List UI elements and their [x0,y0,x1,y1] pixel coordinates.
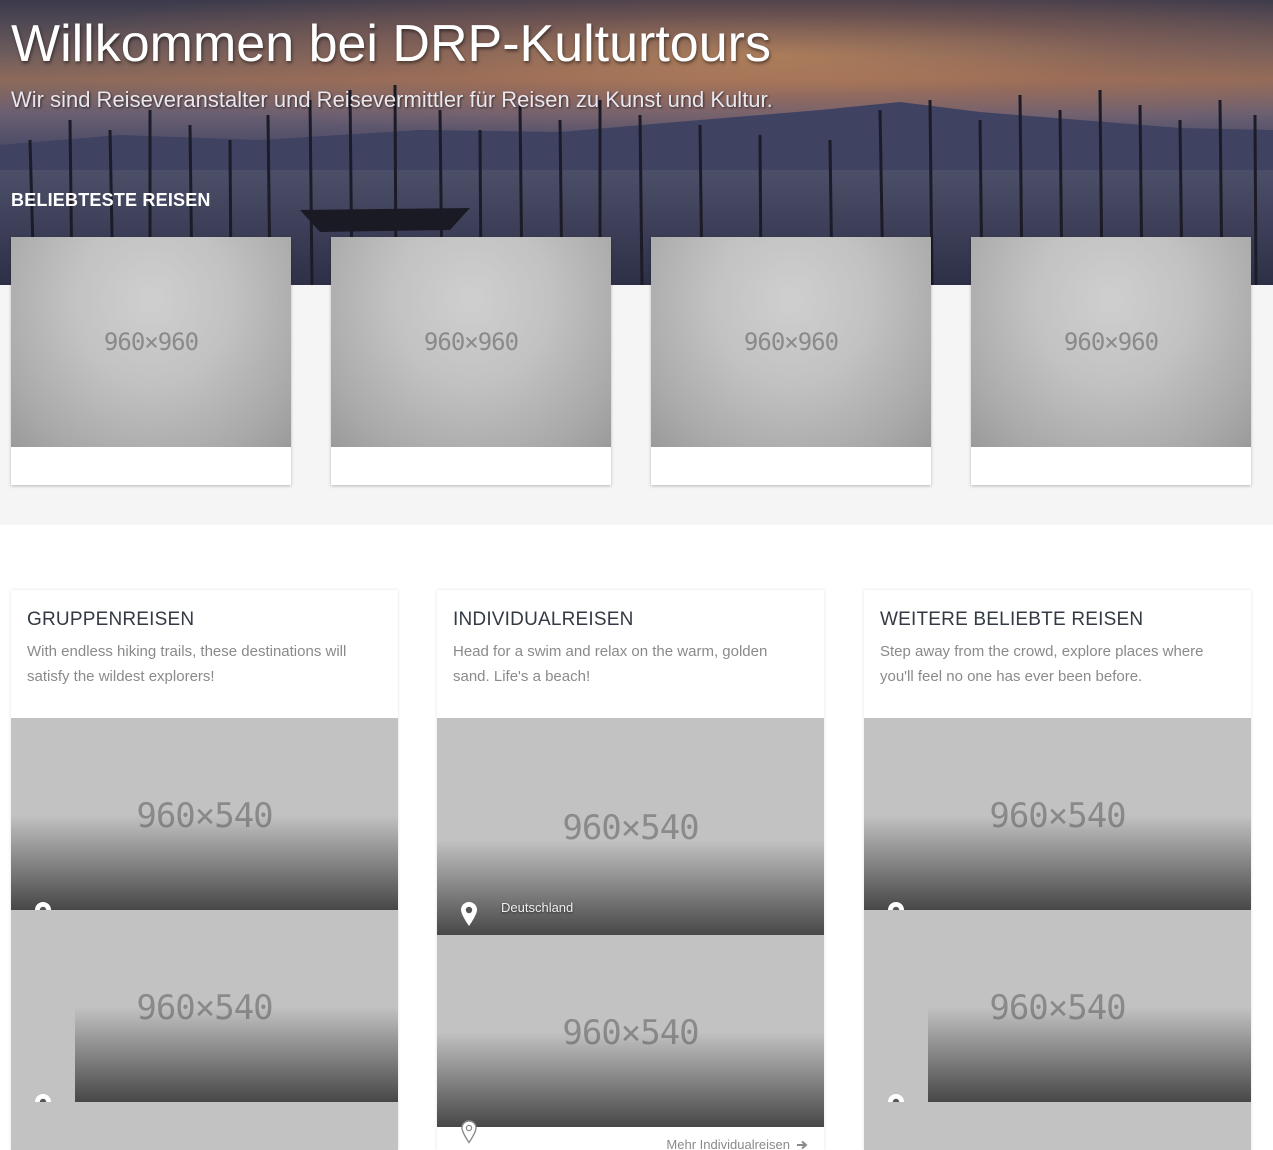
section-heading-popular: BELIEBTESTE REISEN [11,190,211,210]
tile-gradient [75,1007,398,1102]
map-pin-icon [461,902,477,926]
category-column-individual-trips: INDIVIDUALREISEN Head for a swim and rel… [437,590,824,1150]
category-column-more-popular-trips: WEITERE BELIEBTE REISEN Step away from t… [864,590,1251,1150]
placeholder-label: 960×960 [103,328,199,356]
trip-image-placeholder: 960×960 [651,237,931,447]
popular-trip-card[interactable]: 960×960 [971,237,1251,485]
arrow-right-icon [797,1140,808,1149]
tile-gradient [864,815,1251,910]
trip-tile[interactable] [11,1102,398,1150]
page-title: Willkommen bei DRP-Kulturtours [11,15,771,73]
trip-tile[interactable]: 960×540 [864,910,1251,1102]
trip-tile[interactable]: 960×540 [11,718,398,910]
map-pin-icon [888,1094,904,1102]
more-individual-trips-link[interactable]: Mehr Individualreisen [666,1137,808,1150]
category-title: WEITERE BELIEBTE REISEN [880,609,1144,630]
trip-tile[interactable]: 960×540 [864,718,1251,910]
trip-image-placeholder: 960×960 [11,237,291,447]
trip-tile[interactable]: 960×540 [437,935,824,1127]
popular-trip-card[interactable]: 960×960 [331,237,611,485]
trip-image-placeholder: 960×960 [971,237,1251,447]
tile-gradient [11,815,398,910]
map-pin-icon [888,902,904,910]
tile-gradient [437,840,824,935]
trip-image-placeholder: 960×960 [331,237,611,447]
category-description: With endless hiking trails, these destin… [27,643,347,685]
tile-gradient [437,1032,824,1127]
category-description: Head for a swim and relax on the warm, g… [453,643,768,685]
placeholder-label: 960×960 [1063,328,1159,356]
category-column-group-trips: GRUPPENREISEN With endless hiking trails… [11,590,398,1150]
placeholder-label: 960×960 [743,328,839,356]
page-subtitle: Wir sind Reiseveranstalter und Reiseverm… [11,87,773,112]
map-pin-icon [35,902,51,910]
trip-tile[interactable] [864,1102,1251,1150]
popular-trip-card[interactable]: 960×960 [651,237,931,485]
placeholder-label: 960×960 [423,328,519,356]
map-pin-icon [461,1120,477,1144]
trip-tile[interactable]: 960×540 Deutschland [437,718,824,935]
tile-gradient [928,1007,1251,1102]
map-pin-icon [35,1094,51,1102]
category-title: GRUPPENREISEN [27,609,195,630]
category-description: Step away from the crowd, explore places… [880,643,1204,685]
popular-trip-card[interactable]: 960×960 [11,237,291,485]
category-title: INDIVIDUALREISEN [453,609,634,630]
trip-location: Deutschland [501,900,574,915]
trip-tile[interactable]: 960×540 [11,910,398,1102]
more-link-label: Mehr Individualreisen [666,1137,790,1150]
